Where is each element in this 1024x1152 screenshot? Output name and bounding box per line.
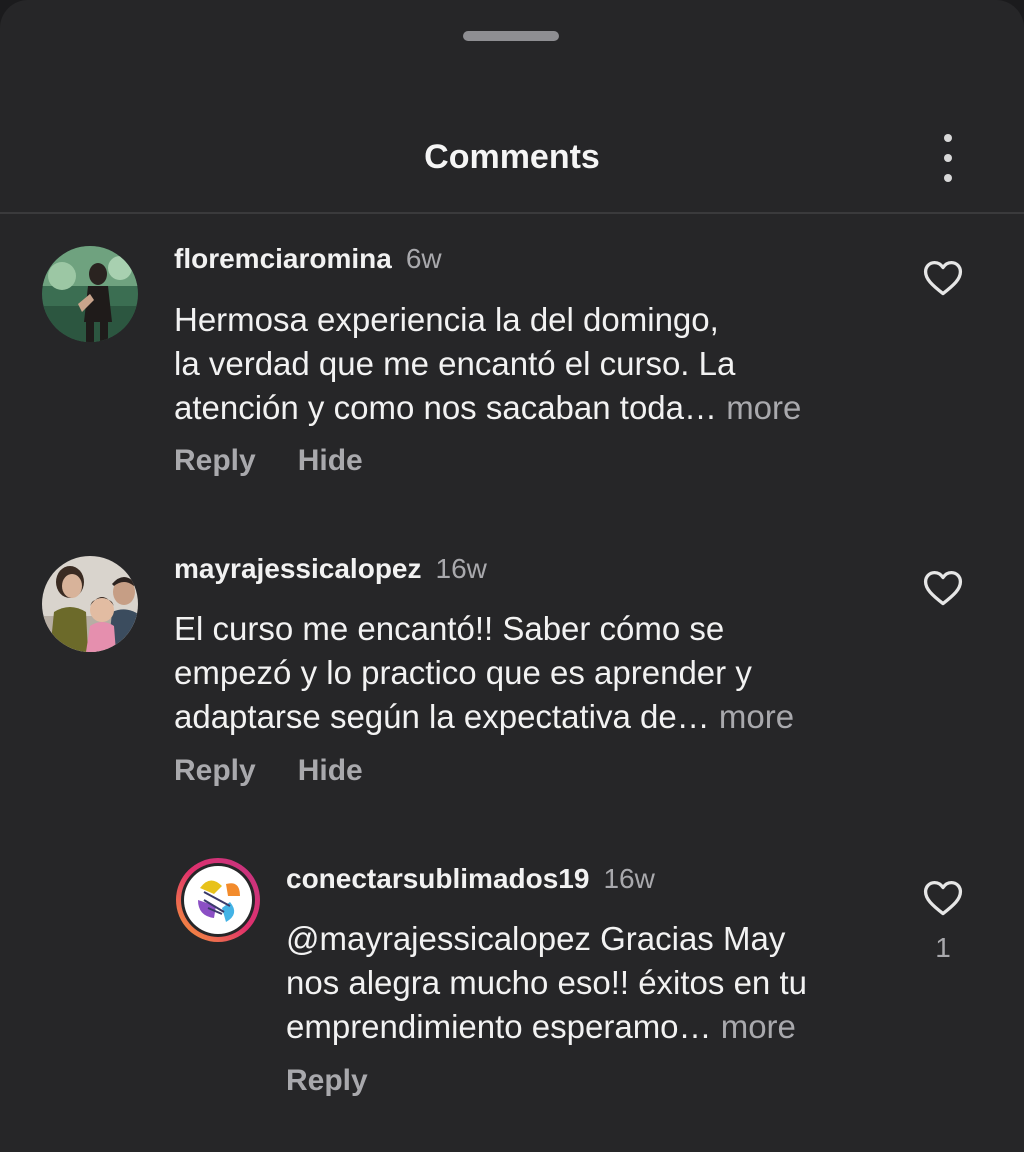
- comment-time: 6w: [405, 243, 442, 274]
- comment-author-line: conectarsublimados19 16w: [286, 863, 655, 895]
- comment-text: El curso me encantó!! Saber cómo se empe…: [174, 607, 874, 739]
- comment-text-line: empezó y lo practico que es aprender y: [174, 654, 752, 691]
- more-link[interactable]: more: [726, 389, 801, 426]
- comment-text-line: El curso me encantó!! Saber cómo se: [174, 610, 725, 647]
- comments-sheet: Comments floremciaromina 6w Hermosa expe…: [0, 0, 1024, 1152]
- reply-button[interactable]: Reply: [174, 444, 256, 477]
- reply-button[interactable]: Reply: [174, 754, 256, 787]
- comment-text-line-last: adaptarse según la expectativa de… more: [174, 695, 874, 739]
- like-count: 1: [935, 932, 951, 963]
- comment-text-line: @mayrajessicalopez Gracias May: [286, 920, 786, 957]
- comment-time: 16w: [603, 863, 655, 894]
- comment-author[interactable]: mayrajessicalopez: [174, 553, 422, 584]
- comment-text-segment: atención y como nos sacaban toda…: [174, 389, 718, 426]
- comment-author[interactable]: floremciaromina: [174, 243, 392, 274]
- comment-author[interactable]: conectarsublimados19: [286, 863, 589, 894]
- avatar-image: [42, 556, 138, 652]
- comment-time: 16w: [435, 553, 487, 584]
- comment-text: Hermosa experiencia la del domingo, la v…: [174, 298, 874, 430]
- avatar-image: [176, 858, 260, 942]
- drag-handle[interactable]: [463, 31, 559, 41]
- more-link[interactable]: more: [721, 1008, 796, 1045]
- comment-author-line: floremciaromina 6w: [174, 243, 442, 275]
- comment-text-segment: adaptarse según la expectativa de…: [174, 698, 710, 735]
- comment-text-line: la verdad que me encantó el curso. La: [174, 345, 736, 382]
- avatar[interactable]: [174, 856, 262, 944]
- hide-button[interactable]: Hide: [298, 444, 363, 477]
- more-vertical-icon[interactable]: [930, 134, 966, 182]
- heart-icon[interactable]: [921, 566, 965, 610]
- avatar[interactable]: [42, 246, 138, 342]
- avatar[interactable]: [42, 556, 138, 652]
- comment-actions: Reply Hide: [174, 444, 363, 478]
- comment-text-line-last: atención y como nos sacaban toda… more: [174, 386, 874, 430]
- comment-text-segment: emprendimiento esperamo…: [286, 1008, 712, 1045]
- comment-text-line-last: emprendimiento esperamo… more: [286, 1005, 986, 1049]
- comment-actions: Reply Hide: [174, 754, 363, 788]
- comment-text-line: nos alegra mucho eso!! éxitos en tu: [286, 964, 807, 1001]
- menu-dot: [944, 154, 952, 162]
- reply-button[interactable]: Reply: [286, 1064, 368, 1097]
- page-title: Comments: [424, 138, 600, 176]
- avatar-image: [42, 246, 138, 342]
- menu-dot: [944, 134, 952, 142]
- comment-actions: Reply: [286, 1064, 368, 1098]
- comments-header: Comments: [0, 110, 1024, 210]
- comment-author-line: mayrajessicalopez 16w: [174, 553, 487, 585]
- hide-button[interactable]: Hide: [298, 754, 363, 787]
- menu-dot: [944, 174, 952, 182]
- comment-text: @mayrajessicalopez Gracias May nos alegr…: [286, 917, 986, 1049]
- heart-icon[interactable]: [921, 256, 965, 300]
- heart-icon[interactable]: [921, 876, 965, 920]
- comment-text-line: Hermosa experiencia la del domingo,: [174, 301, 719, 338]
- header-divider: [0, 212, 1024, 214]
- more-link[interactable]: more: [719, 698, 794, 735]
